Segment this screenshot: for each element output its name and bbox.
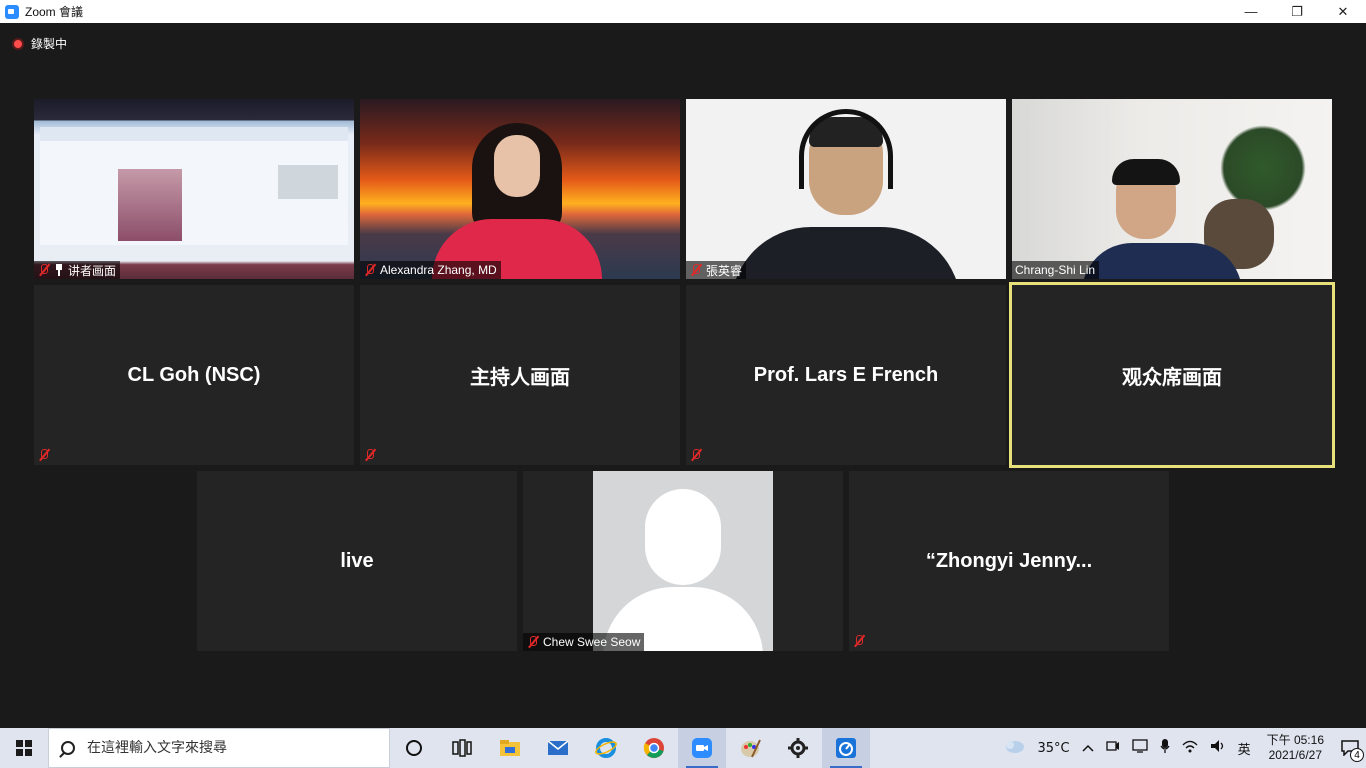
participant-nametag: 讲者画面 [34, 261, 121, 279]
volume-icon[interactable] [1210, 739, 1226, 757]
video-tile-cl-goh[interactable]: CL Goh (NSC) [34, 285, 354, 465]
participant-nametag: Chew Swee Seow [523, 633, 645, 651]
clock[interactable]: 下午 05:16 2021/6/27 [1267, 733, 1324, 763]
settings-icon[interactable] [774, 728, 822, 768]
participant-nametag: Chrang-Shi Lin [1012, 261, 1100, 279]
video-tile-chew-swee-seow[interactable]: Chew Swee Seow [523, 471, 843, 651]
search-input[interactable] [87, 740, 367, 756]
participant-name-center: live [340, 549, 374, 572]
muted-mic-icon [37, 263, 51, 277]
meet-now-icon[interactable] [1105, 739, 1120, 757]
ie-browser-icon[interactable] [582, 728, 630, 768]
participant-name-center: Prof. Lars E French [753, 363, 939, 386]
video-tile-live[interactable]: live [197, 471, 517, 651]
slide-image [34, 99, 354, 279]
participant-name-center: 主持人画面 [470, 366, 570, 389]
participant-video [432, 123, 602, 279]
participant-name-center: CL Goh (NSC) [127, 363, 261, 386]
clock-date: 2021/6/27 [1268, 748, 1322, 762]
temperature-label[interactable]: 35°C [1037, 741, 1069, 756]
chrome-icon[interactable] [630, 728, 678, 768]
muted-mic-icon [852, 634, 866, 648]
video-tile-speaker-screen[interactable]: 讲者画面 [34, 99, 354, 279]
ime-indicator[interactable]: 英 [1238, 739, 1251, 758]
weather-icon[interactable] [1003, 738, 1025, 758]
presentation-slide [40, 127, 348, 245]
slide-speaker-photo [278, 165, 338, 199]
paint-icon[interactable] [726, 728, 774, 768]
record-icon [12, 37, 24, 50]
video-tile-lars-french[interactable]: Prof. Lars E French [686, 285, 1006, 465]
mail-icon[interactable] [534, 728, 582, 768]
notification-count-badge: 4 [1350, 748, 1364, 762]
windows-logo-icon [16, 740, 32, 756]
participant-name-center: “Zhongyi Jenny... [925, 549, 1093, 572]
close-button[interactable]: ✕ [1320, 0, 1366, 23]
default-avatar [593, 471, 773, 651]
avatar-head-icon [645, 489, 721, 585]
zoom-icon[interactable] [678, 728, 726, 768]
cortana-icon[interactable] [390, 728, 438, 768]
slide-header [40, 127, 348, 141]
display-icon[interactable] [1131, 739, 1148, 757]
video-tile-audience-active-speaker[interactable]: 观众席画面 [1009, 282, 1335, 468]
video-tile-zhang-yingrui[interactable]: 張英睿 [686, 99, 1006, 279]
participant-name: Chew Swee Seow [543, 635, 641, 649]
window-controls: — ❐ ✕ [1228, 0, 1366, 23]
recording-indicator[interactable]: 錄製中 [12, 35, 67, 52]
video-tile-host-screen[interactable]: 主持人画面 [360, 285, 680, 465]
muted-mic-icon [37, 448, 51, 462]
search-icon [61, 741, 75, 755]
minimize-button[interactable]: — [1228, 0, 1274, 23]
muted-mic-icon [689, 263, 703, 277]
zoom-logo-icon [5, 4, 19, 19]
wifi-icon[interactable] [1182, 739, 1198, 757]
clock-time: 下午 05:16 [1266, 733, 1324, 747]
participant-name-center: 观众席画面 [1122, 366, 1222, 389]
file-explorer-icon[interactable] [486, 728, 534, 768]
app-icon[interactable] [822, 728, 870, 768]
slide-figure [118, 169, 182, 241]
recording-label: 錄製中 [31, 37, 68, 51]
participant-name: Alexandra Zhang, MD [380, 263, 497, 277]
participant-name: Chrang-Shi Lin [1015, 263, 1096, 277]
window-title: Zoom 會議 [25, 5, 84, 19]
chevron-up-icon[interactable] [1082, 741, 1094, 756]
participant-nametag: Alexandra Zhang, MD [360, 261, 501, 279]
start-button[interactable] [0, 728, 48, 768]
system-tray: 35°C 英 下午 05:16 2021/6/27 4 [997, 728, 1366, 768]
task-view-icon[interactable] [438, 728, 486, 768]
participant-video [1082, 159, 1242, 279]
participant-name: 張英睿 [706, 263, 743, 278]
muted-mic-icon [363, 263, 377, 277]
video-tile-chrang-shi-lin[interactable]: Chrang-Shi Lin [1012, 99, 1332, 279]
video-tile-alexandra-zhang[interactable]: Alexandra Zhang, MD [360, 99, 680, 279]
notification-center-button[interactable]: 4 [1334, 728, 1366, 768]
pin-icon [54, 264, 64, 276]
muted-mic-icon [526, 635, 540, 649]
muted-mic-icon [363, 448, 377, 462]
title-bar: Zoom 會議 — ❐ ✕ [0, 0, 1366, 23]
windows-taskbar: 35°C 英 下午 05:16 2021/6/27 4 [0, 728, 1366, 768]
muted-mic-icon [689, 448, 703, 462]
participant-name: 讲者画面 [68, 263, 117, 278]
microphone-icon[interactable] [1160, 738, 1170, 758]
participant-video [731, 109, 961, 279]
taskbar-search[interactable] [48, 728, 390, 768]
participant-nametag: 張英睿 [686, 261, 747, 279]
video-tile-zhongyi-jenny[interactable]: “Zhongyi Jenny... [849, 471, 1169, 651]
maximize-button[interactable]: ❐ [1274, 0, 1320, 23]
